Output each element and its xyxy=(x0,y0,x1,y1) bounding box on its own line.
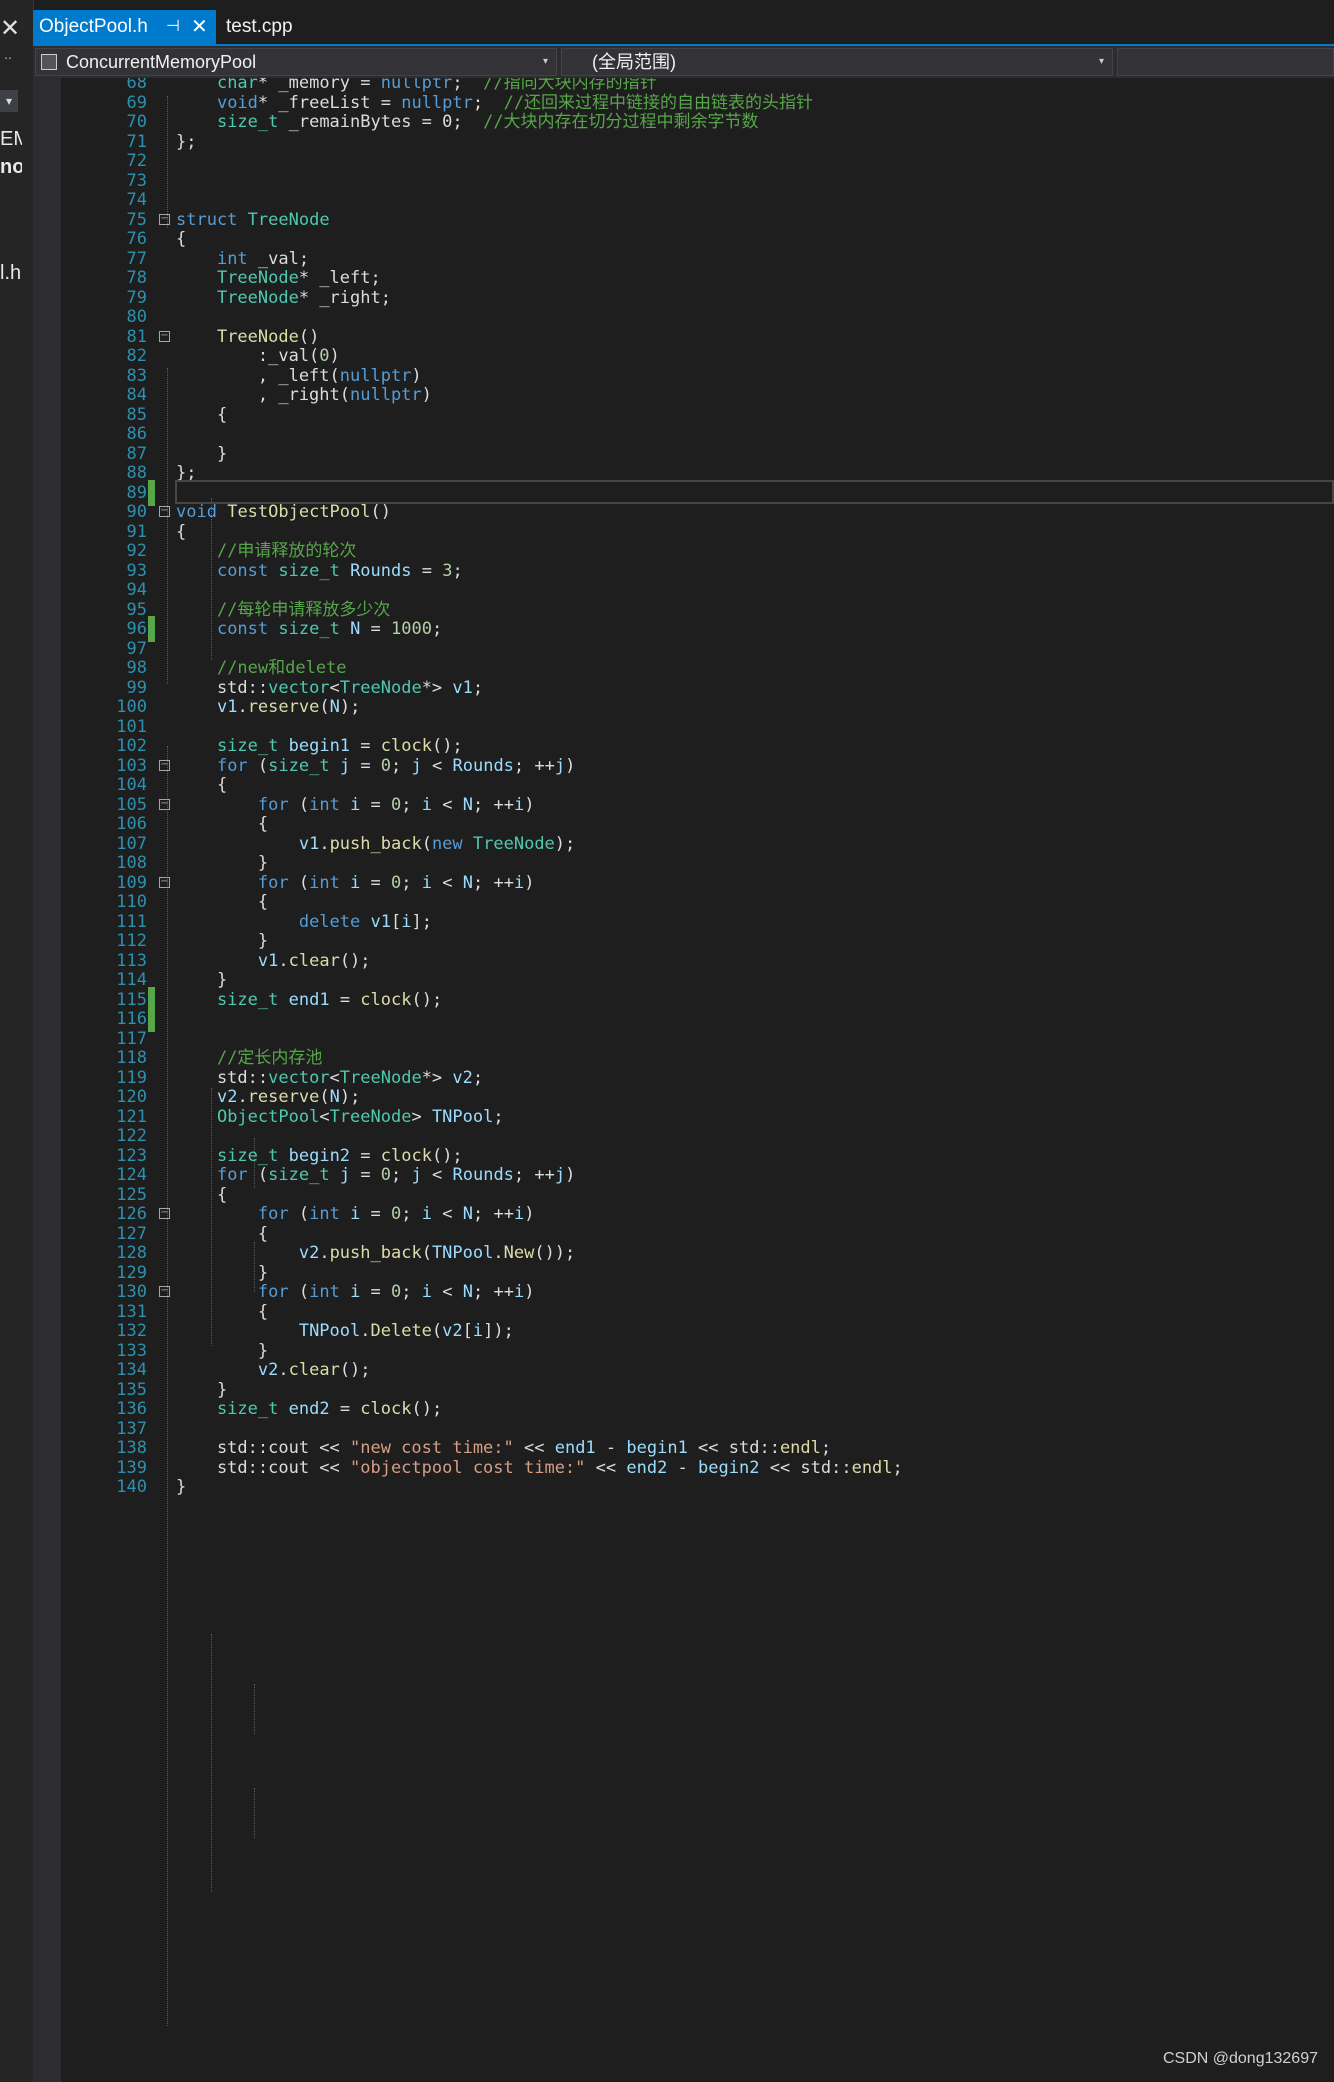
panel-text-fragment[interactable]: l.h xyxy=(0,262,22,285)
tab-label: test.cpp xyxy=(226,16,293,37)
collapse-icon[interactable]: − xyxy=(159,759,170,771)
collapse-icon[interactable]: − xyxy=(159,798,170,810)
code-line[interactable]: 140} xyxy=(33,1474,1334,1500)
code-editor[interactable]: 68 char* _memory = nullptr; //指向大块内存的指针 6… xyxy=(33,78,1334,2082)
tab-test-cpp[interactable]: test.cpp xyxy=(226,10,293,44)
indent-guide xyxy=(254,1684,255,1734)
collapse-icon[interactable]: − xyxy=(159,1208,170,1219)
panel-text-fragment: nor xyxy=(0,156,22,178)
pin-icon[interactable]: ⊣ xyxy=(166,10,180,44)
scope-member-dropdown[interactable]: (全局范围) ▾ xyxy=(561,48,1113,76)
code-token: } xyxy=(176,1477,187,1497)
chevron-down-icon: ▾ xyxy=(542,56,548,67)
close-icon[interactable]: ✕ xyxy=(191,10,208,44)
collapse-icon[interactable]: − xyxy=(159,213,170,225)
navigation-bar: ConcurrentMemoryPool ▾ (全局范围) ▾ xyxy=(33,46,1334,78)
collapse-icon[interactable]: − xyxy=(159,506,170,517)
code-text: } xyxy=(176,1474,186,1500)
tab-objectpool-h[interactable]: ObjectPool.h ⊣ ✕ xyxy=(33,10,216,44)
collapse-icon[interactable]: − xyxy=(159,876,170,888)
panel-dropdown-icon[interactable]: ▾ xyxy=(0,90,18,112)
collapse-icon[interactable]: − xyxy=(159,1286,170,1297)
scope-class-dropdown[interactable]: ConcurrentMemoryPool ▾ xyxy=(35,48,557,76)
scope-member-value: (全局范围) xyxy=(592,52,676,72)
function-dropdown[interactable] xyxy=(1117,48,1334,76)
line-number: 140 xyxy=(116,1477,147,1497)
panel-overflow-icon[interactable]: ‥ xyxy=(4,48,12,62)
scope-class-value: ConcurrentMemoryPool xyxy=(66,52,257,72)
watermark: CSDN @dong132697 xyxy=(1162,2050,1318,2067)
collapse-icon[interactable]: − xyxy=(159,330,170,342)
tab-label: ObjectPool.h xyxy=(39,16,148,37)
indent-guide xyxy=(254,1788,255,1838)
panel-text-fragment: EM xyxy=(0,128,22,150)
class-icon xyxy=(41,54,57,70)
indent-guide xyxy=(211,1634,212,1892)
solution-explorer-strip: ✕ ‥ ▾ EM nor l.h xyxy=(0,0,34,2082)
panel-close-icon[interactable]: ✕ xyxy=(0,14,20,43)
chevron-down-icon: ▾ xyxy=(1098,56,1104,67)
document-tab-bar: ObjectPool.h ⊣ ✕ test.cpp xyxy=(33,10,1334,44)
